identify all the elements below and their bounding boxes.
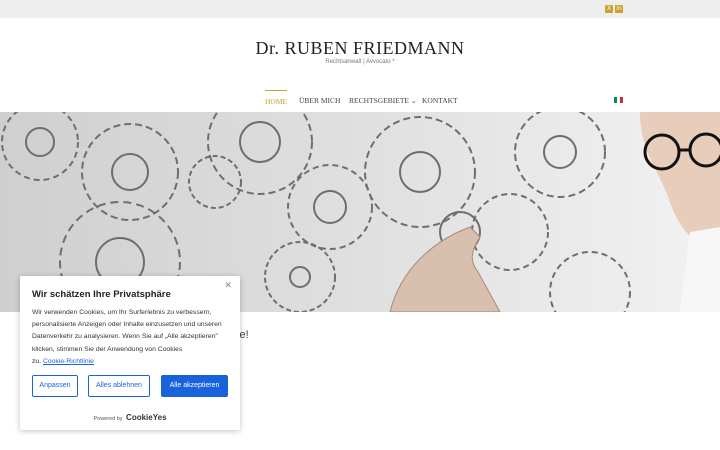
accept-all-button[interactable]: Alle akzeptieren (161, 375, 228, 397)
cookie-text-line-end: zu. (32, 357, 42, 365)
cookie-consent-banner: ✕ Wir schätzen Ihre Privatsphäre Wir ver… (20, 276, 240, 430)
customize-button[interactable]: Anpassen (32, 375, 78, 397)
cookie-text-line: zu. Cookie-Richtlinie (32, 356, 232, 368)
nav-item-contact[interactable]: KONTAKT (422, 90, 458, 112)
powered-by-label: Powered by (93, 416, 123, 422)
chevron-down-icon: ⌄ (411, 97, 417, 105)
italian-flag-icon[interactable] (614, 97, 623, 103)
site-tagline: Rechtsanwalt | Avvocato * (325, 59, 395, 65)
nav-item-home[interactable]: HOME (265, 90, 288, 112)
cookie-text-line: Wir verwenden Cookies, um Ihr Surferlebn… (32, 309, 212, 316)
linkedin-icon[interactable]: in (615, 5, 623, 13)
cookie-text-line: klicken, stimmen Sie der Anwendung von C… (32, 345, 183, 353)
xing-icon[interactable]: X (605, 5, 613, 13)
nav-item-legal-areas[interactable]: RECHTSGEBIETE ⌄ (349, 90, 417, 112)
close-icon[interactable]: ✕ (224, 280, 232, 291)
cookie-policy-link[interactable]: Cookie-Richtlinie (43, 358, 94, 365)
site-title[interactable]: Dr. RUBEN FRIEDMANN (0, 38, 720, 59)
cookieyes-logo[interactable]: CookieYes (126, 413, 166, 422)
main-nav: HOME ÜBER MICH RECHTSGEBIETE ⌄ KONTAKT (0, 90, 720, 112)
nav-item-legal-areas-label: RECHTSGEBIETE (349, 96, 409, 105)
nav-item-about[interactable]: ÜBER MICH (299, 90, 340, 112)
powered-by: Powered by CookieYes (20, 413, 240, 422)
cookie-text: Wir verwenden Cookies, um Ihr Surferlebn… (32, 307, 232, 368)
reject-all-button[interactable]: Alles ablehnen (88, 375, 150, 397)
cookie-text-line: Datenverkehr zu analysieren. Wenn Sie au… (32, 333, 218, 341)
cookie-title: Wir schätzen Ihre Privatsphäre (32, 289, 171, 300)
cookie-text-line: personalisierte Anzeigen oder Inhalte ei… (32, 321, 222, 329)
top-bar: X in (0, 0, 720, 18)
